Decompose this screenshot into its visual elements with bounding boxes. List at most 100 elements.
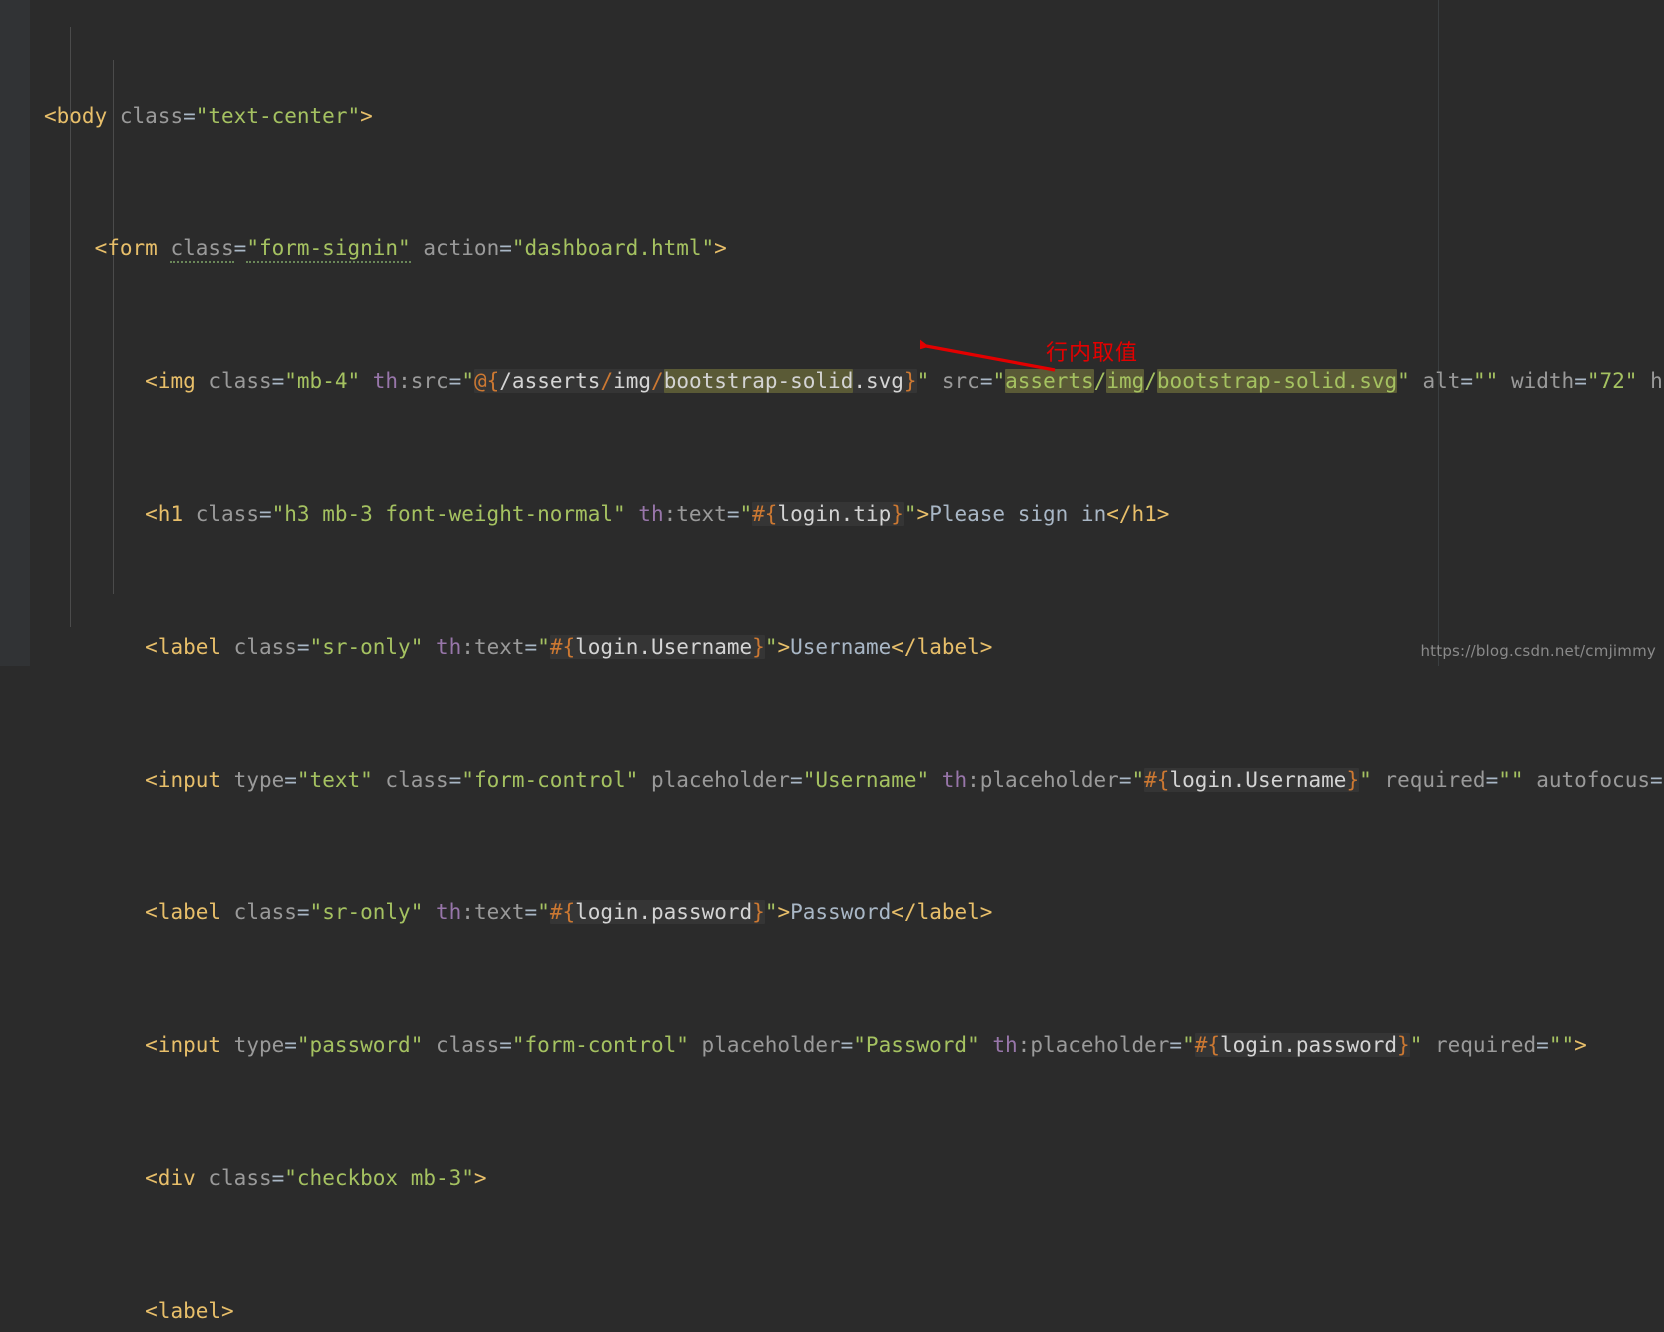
token-input-tag: <input [145, 1033, 222, 1058]
token-equals: = [1485, 767, 1499, 792]
token-placeholder-value: "Username" [802, 767, 930, 792]
token-alt-attr: alt [1422, 369, 1461, 394]
code-editor[interactable]: <body class="text-center"> <form class="… [0, 0, 1664, 1323]
token-equals: = [726, 502, 740, 526]
token-th-namespace: th [941, 767, 968, 792]
token-login-password-expression: #{login.password} [1194, 1033, 1410, 1058]
token-attr-name [107, 104, 120, 128]
token-checkbox-class-value: "checkbox mb-3" [284, 1165, 474, 1190]
token-required-attr: required [1435, 1033, 1537, 1058]
token-src-seg-img: img [1106, 369, 1145, 394]
token-height-attr: height [1650, 369, 1664, 394]
code-content[interactable]: <body class="text-center"> <form class="… [30, 0, 1664, 1323]
token-slash: / [1093, 369, 1107, 394]
token-th-namespace: th [436, 634, 462, 659]
token-form-signin-value: "form-signin" [246, 236, 411, 264]
token-autofocus-attr: autofocus [1536, 767, 1650, 792]
token-close-brace: } [752, 634, 765, 659]
token-form-control-value: "form-control" [511, 1033, 689, 1058]
token-msg-key: login.password [1220, 1033, 1398, 1058]
token-h1-class-value: "h3 mb-3 font-weight-normal" [271, 502, 626, 526]
token-hash: #{ [549, 900, 576, 925]
token-label-tag: <label [145, 634, 222, 659]
token-alt-value: "" [1473, 369, 1499, 394]
token-gt: > [777, 900, 791, 925]
token-close-brace: } [891, 502, 904, 526]
code-line-label-password[interactable]: <label class="sr-only" th:text="#{login.… [30, 896, 1664, 929]
token-quote: " [764, 634, 778, 659]
token-equals: = [258, 502, 272, 526]
token-quote: " [537, 634, 550, 659]
token-div-tag: <div [145, 1165, 196, 1190]
code-line-input-username[interactable]: <input type="text" class="form-control" … [30, 764, 1664, 797]
token-equals: = [524, 634, 538, 659]
token-close-brace: } [1397, 1033, 1410, 1058]
token-src-attr: src [410, 369, 449, 394]
token-close-brace: } [752, 900, 765, 925]
annotation-label: 行内取值 [1046, 341, 1139, 366]
token-equals: = [296, 634, 310, 659]
token-quote: " [1397, 369, 1410, 394]
token-gt: > [777, 634, 791, 659]
code-line-label-open[interactable]: <label> [30, 1295, 1664, 1328]
token-colon: : [461, 634, 474, 659]
token-quote: " [764, 900, 778, 925]
token-equals: = [448, 369, 462, 394]
token-slash: / [1144, 369, 1157, 394]
code-line-h1[interactable]: <h1 class="h3 mb-3 font-weight-normal" t… [30, 498, 1664, 531]
token-type-value: "text" [296, 767, 373, 792]
code-line-label-username[interactable]: <label class="sr-only" th:text="#{login.… [30, 631, 1664, 664]
token-placeholder-attr: placeholder [650, 767, 791, 792]
code-line-img[interactable]: <img class="mb-4" th:src="@{/asserts/img… [30, 365, 1664, 398]
token-class-attr: class [170, 236, 234, 264]
token-label-open-tag: <label> [145, 1298, 234, 1323]
token-hash: #{ [549, 634, 576, 659]
token-type-attr: type [233, 767, 285, 792]
token-equals: = [233, 236, 247, 261]
token-text-attr: text [473, 900, 525, 925]
token-quote: " [1359, 767, 1372, 792]
token-src-seg-asserts: asserts [1005, 369, 1094, 394]
token-type-value: "password" [296, 1033, 424, 1058]
editor-gutter[interactable] [0, 0, 30, 666]
token-close-brace: } [903, 369, 917, 394]
token-equals: = [1460, 369, 1474, 394]
token-equals: = [499, 236, 512, 261]
token-login-tip-expression: #{login.tip} [752, 502, 904, 526]
token-form-control-value: "form-control" [461, 767, 639, 792]
code-line-form-open[interactable]: <form class="form-signin" action="dashbo… [30, 232, 1664, 265]
token-equals: = [1574, 369, 1587, 394]
token-colon: : [461, 900, 474, 925]
token-equals: = [1169, 1033, 1183, 1058]
token-form-tag: <form [94, 236, 158, 261]
token-label-close: </label> [891, 634, 993, 659]
code-line-div-checkbox[interactable]: <div class="checkbox mb-3"> [30, 1162, 1664, 1195]
token-tag: <body [44, 103, 108, 128]
code-line-input-password[interactable]: <input type="password" class="form-contr… [30, 1029, 1664, 1062]
token-equals: = [1649, 767, 1663, 792]
code-line-body-open[interactable]: <body class="text-center"> [30, 100, 1664, 133]
token-colon: : [663, 502, 677, 526]
token-width-value: "72" [1586, 369, 1638, 394]
token-gt: > [916, 502, 930, 526]
watermark: https://blog.csdn.net/cmjimmy [1420, 642, 1656, 660]
token-width-attr: width [1510, 369, 1575, 394]
token-equals: = [271, 369, 285, 394]
token-equals: = [979, 369, 993, 394]
